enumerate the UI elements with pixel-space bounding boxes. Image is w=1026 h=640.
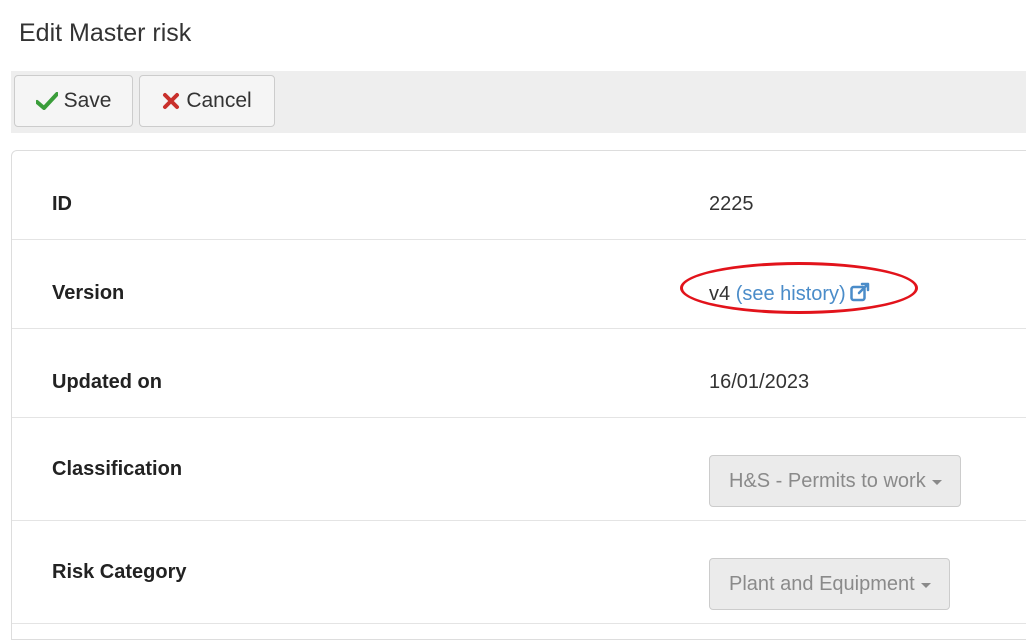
classification-selected: H&S - Permits to work	[729, 469, 926, 492]
updated-on-label: Updated on	[52, 371, 162, 393]
version-label: Version	[52, 282, 125, 304]
risk-category-selected: Plant and Equipment	[729, 572, 915, 595]
save-button-label: Save	[63, 89, 112, 112]
caret-down-icon	[920, 582, 931, 588]
caret-down-icon	[931, 479, 942, 485]
field-row-id: ID 2225	[12, 151, 1026, 240]
field-row-classification: Classification H&S - Permits to work	[12, 418, 1026, 521]
check-icon	[35, 92, 58, 110]
page-title: Edit Master risk	[19, 19, 192, 47]
annotation-ellipse	[680, 262, 918, 314]
risk-category-dropdown[interactable]: Plant and Equipment	[709, 558, 950, 610]
classification-label: Classification	[52, 458, 183, 480]
field-row-updated-on: Updated on 16/01/2023	[12, 329, 1026, 418]
id-label: ID	[52, 193, 72, 215]
risk-category-label: Risk Category	[52, 561, 187, 583]
field-row-risk-category: Risk Category Plant and Equipment	[12, 521, 1026, 624]
x-icon	[162, 92, 180, 110]
cancel-button-label: Cancel	[186, 89, 252, 112]
id-value: 2225	[709, 193, 754, 215]
updated-on-value: 16/01/2023	[709, 371, 810, 393]
risk-details-panel: ID 2225 Version v4 (see history) Updated…	[11, 150, 1026, 640]
cancel-button[interactable]: Cancel	[139, 75, 275, 127]
toolbar: Save Cancel	[11, 71, 1026, 133]
classification-dropdown[interactable]: H&S - Permits to work	[709, 455, 961, 507]
save-button[interactable]: Save	[14, 75, 133, 127]
